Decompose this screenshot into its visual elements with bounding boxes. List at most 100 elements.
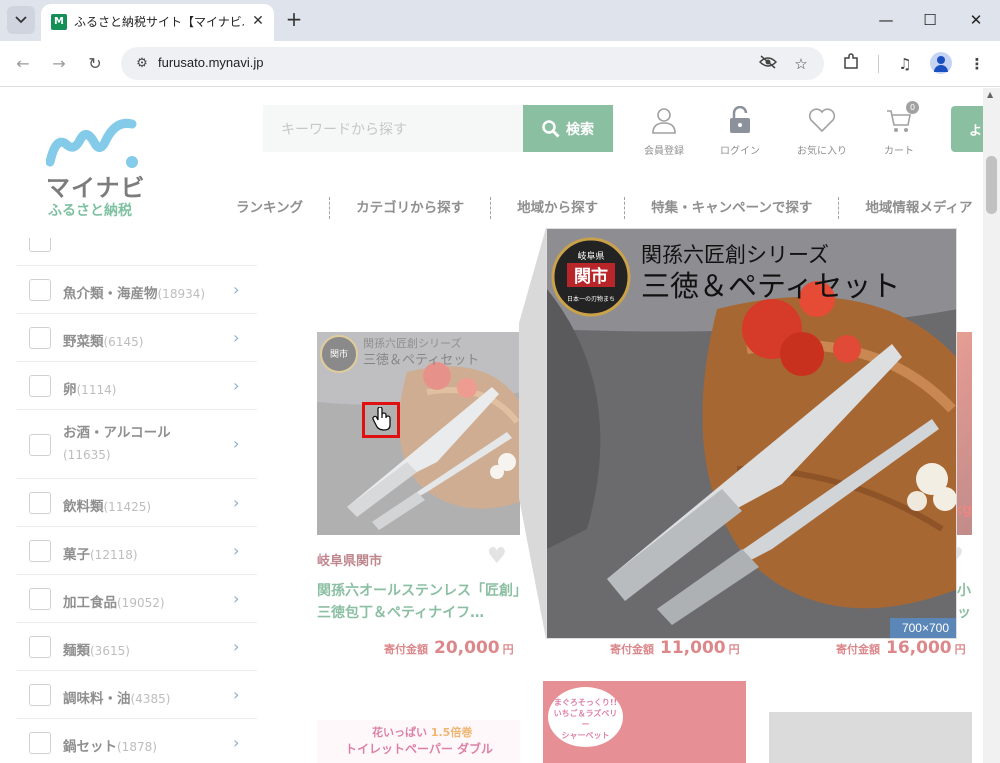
list-item[interactable]: 魚介類・海産物(18934) ›	[17, 266, 257, 314]
category-name: 卵	[63, 382, 77, 398]
search-button[interactable]: 検索	[523, 105, 613, 152]
category-checkbox[interactable]	[29, 684, 51, 706]
list-item[interactable]: お酒・アルコール (11635) ›	[17, 410, 257, 479]
reload-icon[interactable]: ↻	[83, 52, 107, 76]
member-register-button[interactable]: 会員登録	[629, 104, 699, 157]
category-name: 菓子	[63, 547, 90, 563]
category-name: 飲料類	[63, 499, 104, 515]
list-item[interactable]: 菓子(12118) ›	[17, 527, 257, 575]
new-tab-button[interactable]: +	[283, 8, 305, 30]
address-bar[interactable]: ⚙ furusato.mynavi.jp ☆	[121, 47, 824, 80]
banner-text: 花いっぱい	[372, 726, 427, 739]
logo-subtext: ふるさと納税	[48, 203, 132, 219]
chevron-right-icon[interactable]: ›	[233, 541, 239, 560]
search-input[interactable]: キーワードから探す	[263, 105, 523, 152]
list-item[interactable]: 鍋セット(1878) ›	[17, 719, 257, 763]
category-count: (11425)	[103, 500, 152, 514]
product-image[interactable]: 花いっぱい 1.5倍巻 トイレットペーパー ダブル	[317, 720, 520, 763]
product-image[interactable]: 関市 関孫六匠創シリーズ 三徳＆ペティセット	[317, 332, 520, 535]
cart-count-badge: 0	[906, 101, 919, 114]
chevron-right-icon[interactable]: ›	[233, 685, 239, 704]
category-checkbox[interactable]	[29, 588, 51, 610]
product-title[interactable]: 関孫六オールステンレス「匠創」三徳包丁＆ペティナイフ…	[317, 580, 520, 624]
member-label: 会員登録	[644, 146, 684, 157]
chevron-right-icon[interactable]: ›	[233, 434, 239, 453]
category-checkbox[interactable]	[29, 434, 51, 456]
toolbar-divider	[878, 55, 879, 73]
list-item[interactable]: 加工食品(19052) ›	[17, 575, 257, 623]
chevron-right-icon[interactable]: ›	[233, 589, 239, 608]
product-title-cont[interactable]: ッ	[957, 602, 971, 624]
product-image[interactable]: まぐろそっくり!! いちご＆ラズベリー シャーベット	[543, 681, 746, 763]
nav-region[interactable]: 地域から探す	[491, 197, 626, 219]
site-info-icon[interactable]: ⚙	[133, 55, 151, 73]
chevron-right-icon[interactable]: ›	[233, 376, 239, 395]
chevron-right-icon[interactable]: ›	[233, 637, 239, 656]
product-card[interactable]: 関市 関孫六匠創シリーズ 三徳＆ペティセット 岐阜県関市 ♥ 関孫六オールステン…	[317, 332, 520, 658]
media-control-icon[interactable]: ♫	[894, 53, 916, 75]
browser-menu-icon[interactable]: ⋮	[966, 53, 988, 75]
chevron-right-icon[interactable]: ›	[233, 328, 239, 347]
tab-search-button[interactable]	[7, 6, 35, 34]
close-window-button[interactable]: ✕	[962, 7, 990, 33]
category-checkbox[interactable]	[29, 327, 51, 349]
list-item[interactable]: 飲料類(11425) ›	[17, 479, 257, 527]
search-button-label: 検索	[566, 121, 594, 138]
banner-text: トイレットペーパー ダブル	[345, 742, 494, 756]
profile-avatar[interactable]	[930, 52, 952, 74]
list-item[interactable]: 麺類(3615) ›	[17, 623, 257, 671]
category-checkbox[interactable]	[29, 540, 51, 562]
knife-product-image: 関市 関孫六匠創シリーズ 三徳＆ペティセット	[317, 332, 520, 535]
list-item[interactable]: 卵(1114) ›	[17, 362, 257, 410]
category-name: 鍋セット	[63, 739, 117, 755]
user-icon	[652, 108, 676, 134]
mynavi-logo-icon[interactable]	[46, 118, 141, 170]
scroll-thumb[interactable]	[986, 156, 997, 214]
chevron-right-icon[interactable]: ›	[233, 733, 239, 752]
favorite-heart-icon[interactable]: ♥	[487, 544, 507, 569]
bookmark-star-icon[interactable]: ☆	[791, 54, 811, 74]
category-count: (3615)	[90, 644, 130, 658]
minimize-button[interactable]: —	[872, 7, 900, 33]
category-checkbox[interactable]	[29, 279, 51, 301]
tab-close-icon[interactable]: ✕	[249, 12, 267, 30]
category-checkbox[interactable]	[29, 636, 51, 658]
scroll-up-arrow[interactable]: ▲	[987, 90, 993, 99]
nav-ranking[interactable]: ランキング	[210, 197, 331, 219]
category-count: (11635)	[63, 448, 111, 462]
favorites-label: お気に入り	[797, 146, 847, 157]
forward-icon[interactable]: →	[47, 52, 71, 76]
product-image[interactable]	[769, 712, 972, 763]
cart-button[interactable]: 0 カート	[864, 101, 934, 157]
category-checkbox[interactable]	[29, 732, 51, 754]
price-unit: 円	[728, 643, 740, 656]
page-scrollbar[interactable]: ▲	[983, 88, 1000, 763]
login-label: ログイン	[720, 146, 760, 157]
list-item[interactable]: 調味料・油(4385) ›	[17, 671, 257, 719]
favorites-button[interactable]: お気に入り	[787, 104, 857, 157]
category-count: (6145)	[103, 335, 144, 349]
back-icon[interactable]: ←	[11, 52, 35, 76]
list-item[interactable]: 野菜類(6145) ›	[17, 314, 257, 362]
zoom-pointer	[519, 228, 546, 639]
price-unit: 円	[954, 643, 966, 656]
chevron-right-icon[interactable]: ›	[233, 280, 239, 299]
login-button[interactable]: ログイン	[705, 104, 775, 157]
list-item[interactable]	[17, 238, 257, 266]
product-location: 岐阜県関市	[317, 554, 383, 569]
cart-label: カート	[884, 146, 914, 157]
maximize-button[interactable]: ☐	[916, 7, 944, 33]
category-checkbox[interactable]	[29, 492, 51, 514]
price-amount: 11,000	[660, 638, 726, 658]
category-checkbox[interactable]	[29, 238, 51, 252]
category-checkbox[interactable]	[29, 375, 51, 397]
eye-off-icon[interactable]	[758, 54, 778, 74]
browser-tab[interactable]: M ふるさと納税サイト【マイナビふるさと納税】 ✕	[41, 4, 274, 41]
chevron-right-icon[interactable]: ›	[233, 493, 239, 512]
nav-category[interactable]: カテゴリから探す	[330, 197, 492, 219]
extensions-icon[interactable]	[840, 53, 862, 75]
url-text[interactable]: furusato.mynavi.jp	[158, 55, 264, 70]
nav-campaign[interactable]: 特集・キャンペーンで探す	[625, 197, 840, 219]
product-title[interactable]: 小	[957, 580, 971, 602]
nav-media[interactable]: 地域情報メディア	[839, 197, 998, 219]
